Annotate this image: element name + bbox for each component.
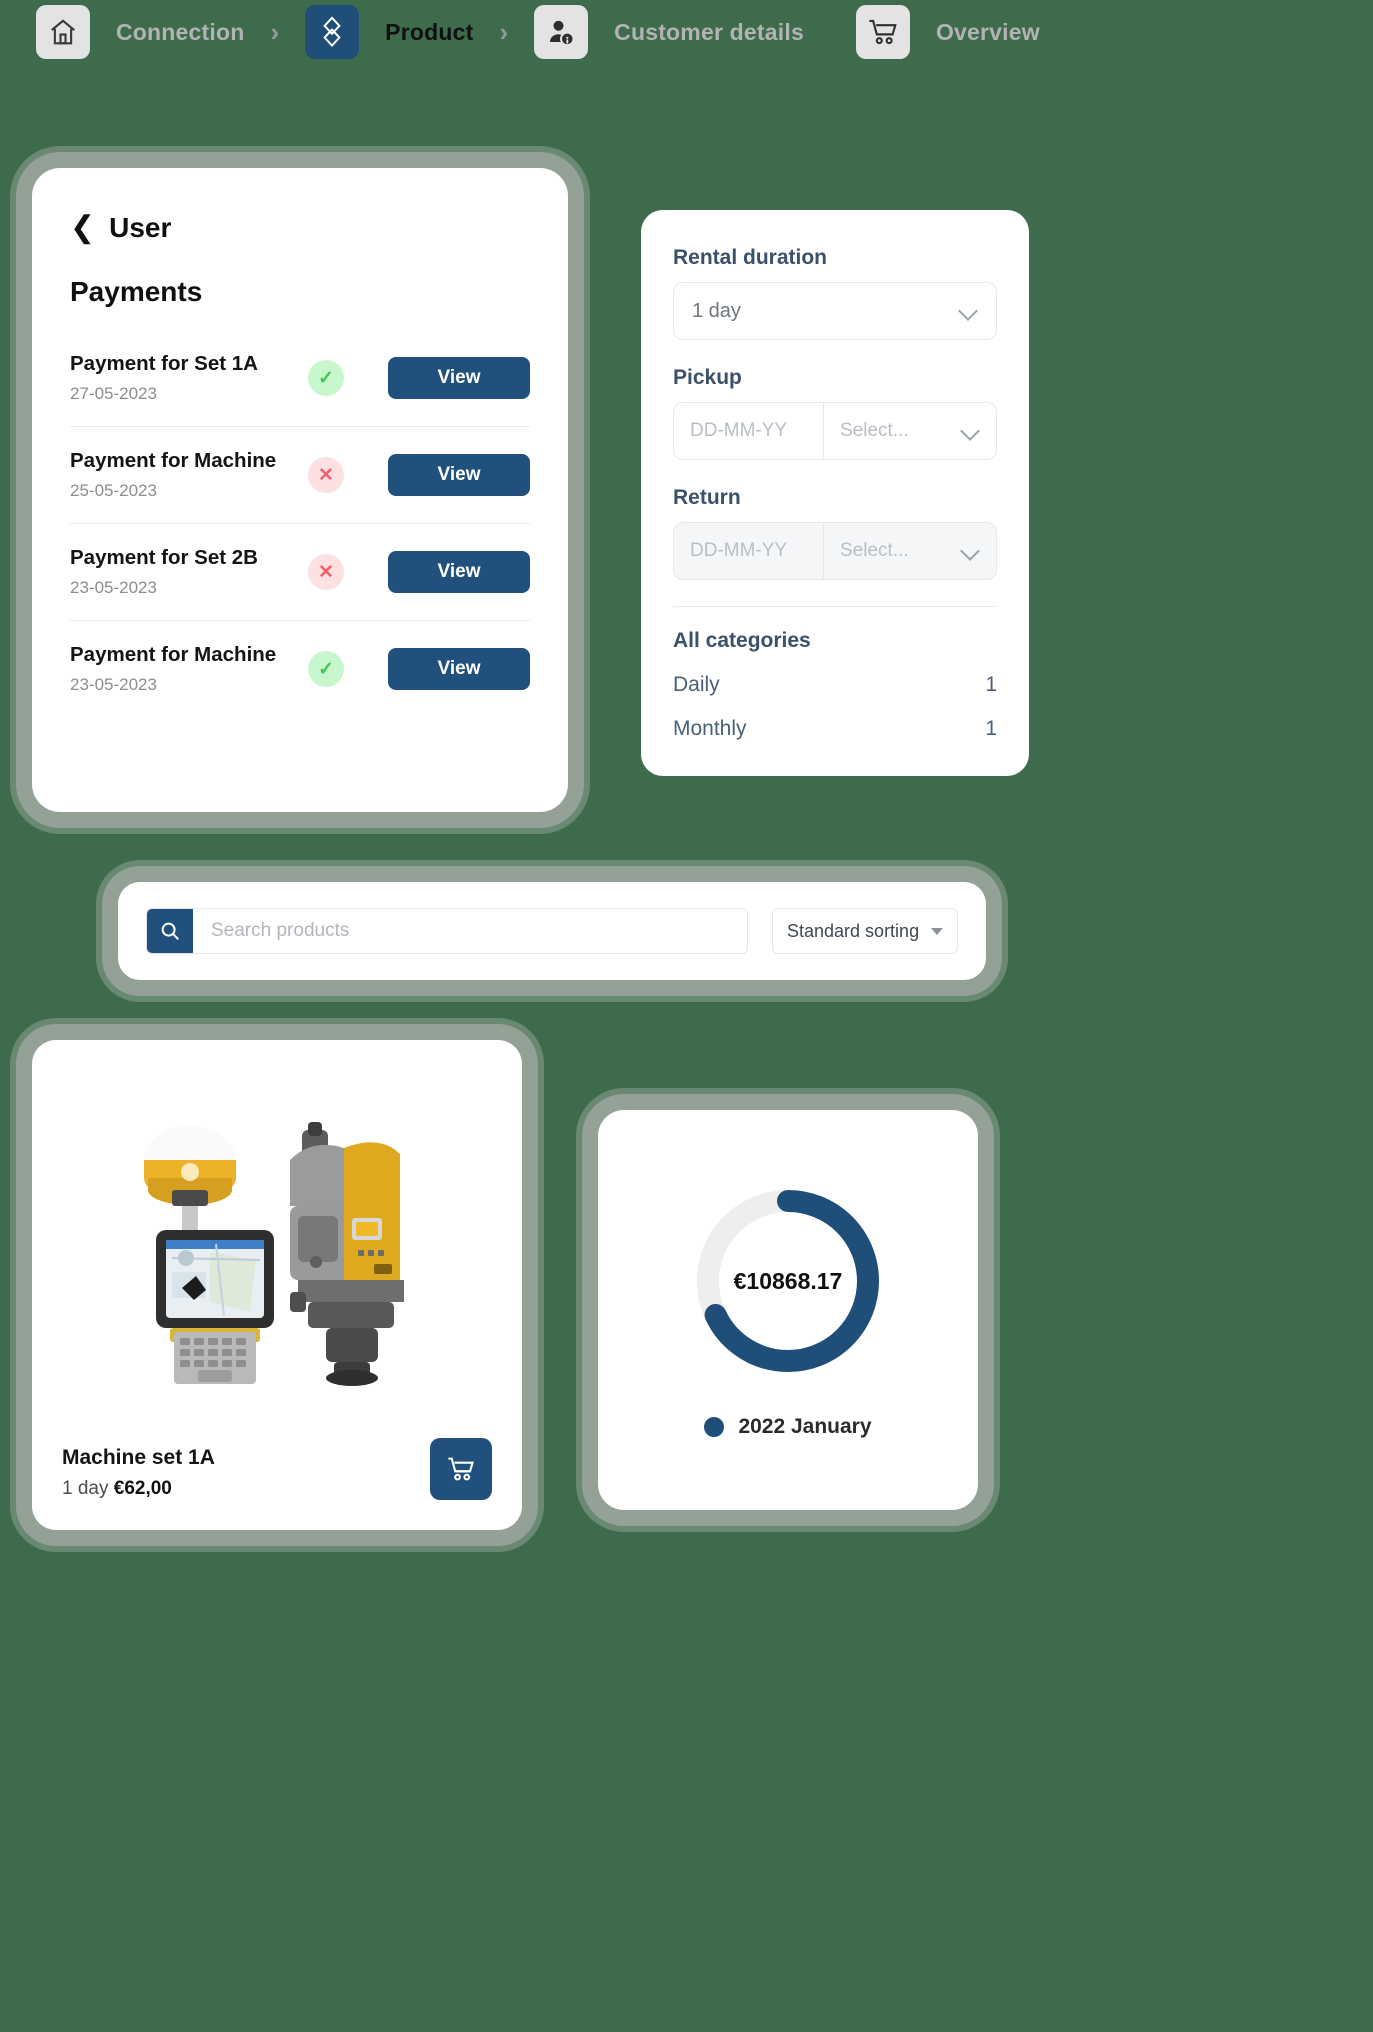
status-badge-success: ✓ <box>308 651 344 687</box>
breadcrumb-label-product[interactable]: Product <box>359 19 499 46</box>
table-row: Payment for Set 1A 27-05-2023 ✓ View <box>70 330 530 427</box>
category-count: 1 <box>985 673 997 696</box>
payment-name: Payment for Machine <box>70 449 277 472</box>
add-to-cart-button[interactable] <box>430 1438 492 1500</box>
rental-duration-value: 1 day <box>692 299 741 322</box>
chevron-down-icon <box>960 302 978 320</box>
revenue-donut-card: €10868.17 2022 January <box>598 1110 978 1510</box>
chevron-left-icon: ❮ <box>70 211 96 244</box>
return-date-input[interactable]: DD-MM-YY <box>674 523 824 579</box>
breadcrumb-step-product-icon[interactable] <box>305 5 360 59</box>
table-row: Payment for Machine 25-05-2023 ✕ View <box>70 427 530 524</box>
product-price: €62,00 <box>113 1478 172 1499</box>
table-row: Payment for Machine 23-05-2023 ✓ View <box>70 621 530 717</box>
pickup-label: Pickup <box>673 366 742 389</box>
payment-name: Payment for Set 2B <box>70 546 258 569</box>
payment-name: Payment for Machine <box>70 643 277 666</box>
back-to-user-link[interactable]: ❮ User <box>70 212 530 244</box>
breadcrumb: Connection › Product › Customer details <box>36 4 1066 60</box>
category-count: 1 <box>985 717 997 740</box>
product-name: Machine set 1A <box>62 1446 215 1469</box>
view-button[interactable]: View <box>388 357 530 399</box>
filters-card: Rental duration 1 day Pickup DD-MM-YY Se… <box>641 210 1029 776</box>
view-button[interactable]: View <box>388 648 530 690</box>
search-input[interactable]: Search products <box>146 908 748 954</box>
breadcrumb-label-customer-details[interactable]: Customer details <box>588 19 830 46</box>
return-label: Return <box>673 486 741 509</box>
view-button[interactable]: View <box>388 551 530 593</box>
payment-date: 23-05-2023 <box>70 675 157 694</box>
product-footer: Machine set 1A 1 day €62,00 <box>62 1438 492 1530</box>
pickup-date-input[interactable]: DD-MM-YY <box>674 403 824 459</box>
payment-info: Payment for Set 2B 23-05-2023 <box>70 546 302 598</box>
return-row: DD-MM-YY Select... <box>673 522 997 580</box>
payment-info: Payment for Machine 23-05-2023 <box>70 643 302 695</box>
surveying-equipment-photo <box>144 1122 404 1386</box>
breadcrumb-label-connection[interactable]: Connection <box>90 19 271 46</box>
status-badge-success: ✓ <box>308 360 344 396</box>
payment-info: Payment for Machine 25-05-2023 <box>70 449 302 501</box>
pickup-row: DD-MM-YY Select... <box>673 402 997 460</box>
payment-date: 25-05-2023 <box>70 481 157 500</box>
rental-duration-label: Rental duration <box>673 246 828 269</box>
product-duration: 1 day <box>62 1478 109 1499</box>
customer-icon <box>550 20 575 47</box>
breadcrumb-label-overview[interactable]: Overview <box>910 19 1066 46</box>
package-icon <box>323 16 341 47</box>
breadcrumb-separator-1: › <box>270 16 280 47</box>
search-placeholder: Search products <box>211 920 350 941</box>
divider <box>673 606 997 607</box>
view-button[interactable]: View <box>388 454 530 496</box>
rental-duration-select[interactable]: 1 day <box>673 282 997 340</box>
chevron-down-icon <box>962 542 980 560</box>
pickup-time-value: Select... <box>840 420 909 441</box>
cart-icon <box>448 1457 474 1481</box>
breadcrumb-separator-2: › <box>499 16 509 47</box>
payments-card: ❮ User Payments Payment for Set 1A 27-05… <box>32 168 568 812</box>
breadcrumb-step-overview-icon[interactable] <box>855 5 910 59</box>
donut-chart: €10868.17 <box>688 1181 888 1381</box>
check-icon: ✓ <box>318 367 334 389</box>
status-badge-failed: ✕ <box>308 554 344 590</box>
legend-color-swatch <box>704 1417 725 1437</box>
category-item-daily[interactable]: Daily 1 <box>673 673 997 697</box>
status-badge-failed: ✕ <box>308 457 344 493</box>
cart-icon <box>869 19 897 45</box>
payment-info: Payment for Set 1A 27-05-2023 <box>70 352 302 404</box>
back-label: User <box>109 212 172 243</box>
category-label: Daily <box>673 673 720 696</box>
return-time-value: Select... <box>840 540 909 561</box>
pickup-time-select[interactable]: Select... <box>824 403 996 459</box>
return-time-select[interactable]: Select... <box>824 523 996 579</box>
payments-list: Payment for Set 1A 27-05-2023 ✓ View Pay… <box>70 330 530 717</box>
sort-select[interactable]: Standard sorting <box>772 908 958 954</box>
table-row: Payment for Set 2B 23-05-2023 ✕ View <box>70 524 530 621</box>
search-icon <box>161 922 179 940</box>
category-item-monthly[interactable]: Monthly 1 <box>673 717 997 741</box>
breadcrumb-step-customer-icon[interactable] <box>534 5 589 59</box>
page-title: Payments <box>70 276 203 307</box>
product-image <box>62 1066 492 1438</box>
payment-date: 23-05-2023 <box>70 578 157 597</box>
chevron-down-icon <box>962 422 980 440</box>
close-icon: ✕ <box>318 561 334 583</box>
home-icon <box>51 19 75 45</box>
search-icon-button[interactable] <box>147 909 193 953</box>
search-bar-card: Search products Standard sorting <box>118 882 986 980</box>
payment-name: Payment for Set 1A <box>70 352 258 375</box>
legend-label: 2022 January <box>738 1415 872 1438</box>
caret-down-icon <box>931 927 943 935</box>
app-root: Connection › Product › Customer details <box>0 0 1373 2032</box>
breadcrumb-step-connection-icon[interactable] <box>36 5 90 59</box>
donut-center-value: €10868.17 <box>733 1267 843 1294</box>
check-icon: ✓ <box>318 658 334 680</box>
donut-legend: 2022 January <box>704 1415 872 1439</box>
product-price-row: 1 day €62,00 <box>62 1478 215 1500</box>
close-icon: ✕ <box>318 464 334 486</box>
category-label: Monthly <box>673 717 747 740</box>
all-categories-title: All categories <box>673 629 811 652</box>
sort-value: Standard sorting <box>787 920 920 941</box>
payment-date: 27-05-2023 <box>70 384 157 403</box>
product-card[interactable]: Machine set 1A 1 day €62,00 <box>32 1040 522 1530</box>
